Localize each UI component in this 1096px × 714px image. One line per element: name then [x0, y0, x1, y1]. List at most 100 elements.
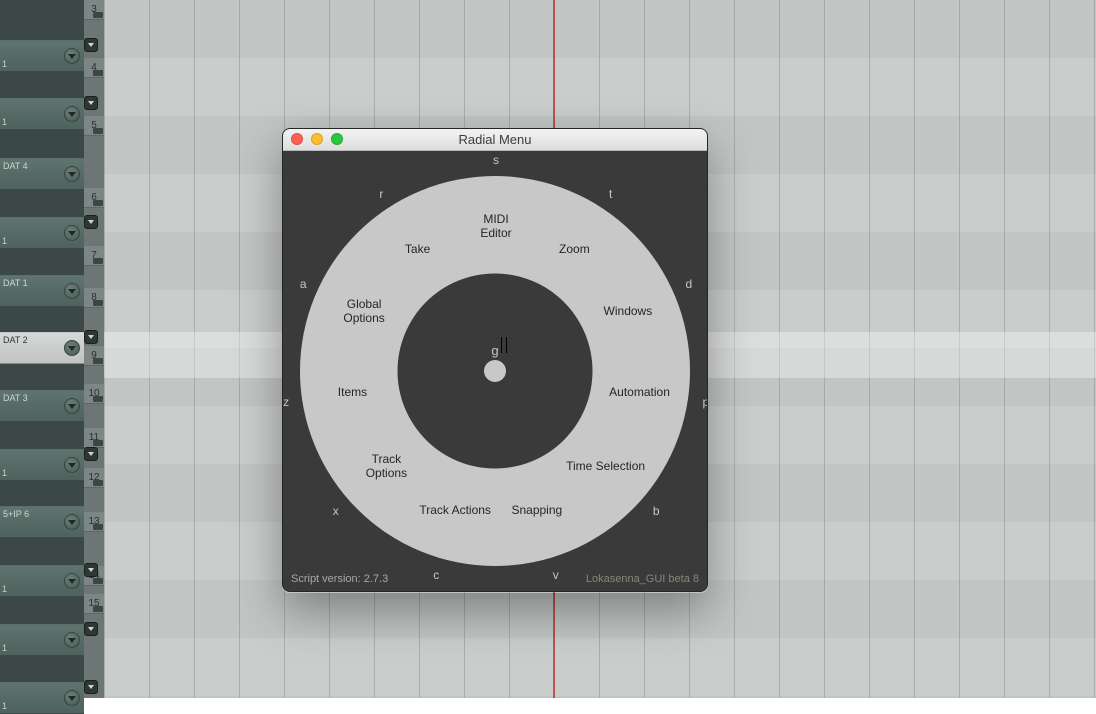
radial-item[interactable]: Take	[405, 243, 430, 257]
radial-item-shortcut: c	[433, 568, 439, 582]
track-header[interactable]: 5+IP 6	[0, 506, 84, 538]
track-number-label: 1	[2, 701, 7, 711]
track-dropdown-arrow-icon[interactable]	[64, 340, 80, 356]
track-dropdown-arrow-icon[interactable]	[64, 48, 80, 64]
track-name-label: 5+IP 6	[3, 509, 29, 519]
track-number-label: 1	[2, 236, 7, 246]
window-title: Radial Menu	[283, 132, 707, 147]
radial-item-shortcut: r	[379, 187, 383, 201]
radial-item[interactable]: Track Actions	[419, 504, 491, 518]
track-number-label: 1	[2, 468, 7, 478]
track-index-cell[interactable]: 6	[84, 188, 104, 208]
radial-item[interactable]: Snapping	[511, 504, 562, 518]
track-dropdown-arrow-icon[interactable]	[64, 457, 80, 473]
folder-collapse-icon[interactable]	[84, 447, 98, 461]
radial-center-dot[interactable]	[484, 360, 506, 382]
track-dropdown-arrow-icon[interactable]	[64, 573, 80, 589]
radial-item-shortcut: x	[333, 504, 339, 518]
radial-item-shortcut: z	[283, 395, 289, 409]
folder-collapse-icon[interactable]	[84, 680, 98, 694]
track-name-label: DAT 4	[3, 161, 28, 171]
track-dropdown-arrow-icon[interactable]	[64, 106, 80, 122]
folder-icon	[93, 578, 103, 584]
radial-item-shortcut: t	[609, 187, 612, 201]
close-icon[interactable]	[291, 133, 303, 145]
radial-item[interactable]: Items	[338, 386, 367, 400]
track-number-label: 1	[2, 117, 7, 127]
track-index-cell[interactable]: 7	[84, 246, 104, 266]
track-index-cell[interactable]: 13	[84, 512, 104, 532]
track-control-panel[interactable]: 3456789101112131415 11DAT 41DAT 1DAT 2DA…	[0, 0, 104, 698]
window-titlebar[interactable]: Radial Menu	[283, 129, 707, 151]
folder-icon	[93, 200, 103, 206]
track-index-cell[interactable]: 11	[84, 428, 104, 448]
window-traffic-lights	[291, 133, 343, 145]
radial-item[interactable]: TrackOptions	[351, 453, 421, 481]
track-index-cell[interactable]: 4	[84, 58, 104, 78]
track-dropdown-arrow-icon[interactable]	[64, 283, 80, 299]
track-dropdown-arrow-icon[interactable]	[64, 632, 80, 648]
folder-icon	[93, 480, 103, 486]
track-header[interactable]: 1	[0, 98, 84, 130]
folder-collapse-icon[interactable]	[84, 215, 98, 229]
folder-collapse-icon[interactable]	[84, 96, 98, 110]
radial-item-shortcut: b	[653, 504, 660, 518]
folder-icon	[93, 300, 103, 306]
folder-icon	[93, 396, 103, 402]
track-header[interactable]: DAT 3	[0, 390, 84, 422]
folder-collapse-icon[interactable]	[84, 330, 98, 344]
folder-collapse-icon[interactable]	[84, 622, 98, 636]
radial-item[interactable]: Zoom	[559, 243, 590, 257]
track-dropdown-arrow-icon[interactable]	[64, 166, 80, 182]
track-header[interactable]: 1	[0, 565, 84, 597]
radial-item[interactable]: Automation	[609, 386, 670, 400]
zoom-icon[interactable]	[331, 133, 343, 145]
track-dropdown-arrow-icon[interactable]	[64, 398, 80, 414]
radial-center-key: g	[491, 343, 498, 358]
script-version-label: Script version: 2.7.3	[291, 573, 388, 585]
track-index-cell[interactable]: 8	[84, 288, 104, 308]
radial-item[interactable]: GlobalOptions	[329, 298, 399, 326]
radial-item[interactable]: Windows	[604, 305, 653, 319]
track-number-label: 1	[2, 584, 7, 594]
folder-icon	[93, 258, 103, 264]
text-cursor-icon	[501, 337, 507, 353]
folder-icon	[93, 12, 103, 18]
track-header[interactable]: DAT 2	[0, 332, 84, 364]
radial-menu-window[interactable]: Radial Menu g Script version: 2.7.3 Loka…	[282, 128, 708, 592]
track-header[interactable]: 1	[0, 682, 84, 714]
folder-icon	[93, 358, 103, 364]
minimize-icon[interactable]	[311, 133, 323, 145]
track-dropdown-arrow-icon[interactable]	[64, 225, 80, 241]
gui-framework-label: Lokasenna_GUI beta 8	[586, 573, 699, 585]
track-header[interactable]: 1	[0, 449, 84, 481]
track-header[interactable]: DAT 4	[0, 158, 84, 190]
track-name-label: DAT 2	[3, 335, 28, 345]
folder-collapse-icon[interactable]	[84, 38, 98, 52]
track-name-label: DAT 1	[3, 278, 28, 288]
track-index-cell[interactable]: 10	[84, 384, 104, 404]
track-index-cell[interactable]: 15	[84, 594, 104, 614]
folder-icon	[93, 440, 103, 446]
track-header[interactable]: 1	[0, 624, 84, 656]
arrange-view[interactable]: 3456789101112131415 11DAT 41DAT 1DAT 2DA…	[0, 0, 1096, 698]
track-dropdown-arrow-icon[interactable]	[64, 690, 80, 706]
track-index-cell[interactable]: 5	[84, 116, 104, 136]
folder-icon	[93, 524, 103, 530]
radial-item-shortcut: s	[493, 153, 499, 167]
track-header[interactable]: 1	[0, 40, 84, 72]
track-name-label: DAT 3	[3, 393, 28, 403]
radial-item[interactable]: Time Selection	[566, 460, 645, 474]
track-header[interactable]: 1	[0, 217, 84, 249]
track-header[interactable]: DAT 1	[0, 275, 84, 307]
track-index-cell[interactable]: 3	[84, 0, 104, 20]
track-index-cell[interactable]: 12	[84, 468, 104, 488]
track-index-cell[interactable]: 9	[84, 346, 104, 366]
radial-item-shortcut: v	[553, 568, 559, 582]
track-dropdown-arrow-icon[interactable]	[64, 514, 80, 530]
folder-icon	[93, 606, 103, 612]
track-number-label: 1	[2, 643, 7, 653]
radial-item[interactable]: MIDIEditor	[461, 213, 531, 241]
folder-collapse-icon[interactable]	[84, 563, 98, 577]
folder-icon	[93, 128, 103, 134]
